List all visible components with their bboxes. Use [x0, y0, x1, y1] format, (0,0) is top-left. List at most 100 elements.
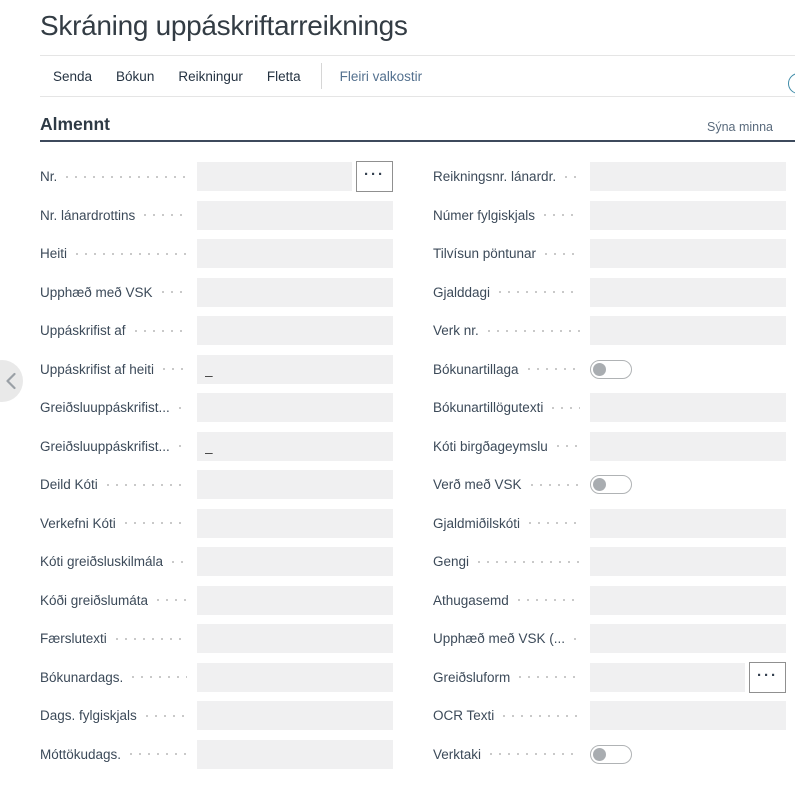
deild-koti-control: [197, 470, 393, 499]
verk-nr-label: Verk nr.: [433, 323, 479, 338]
dotted-leader: [552, 407, 580, 409]
field-row-bokunardags: Bókunardags.: [40, 663, 393, 692]
dotted-leader: [130, 753, 187, 755]
dotted-leader: [162, 291, 187, 293]
page-title: Skráning uppáskriftarreiknings: [40, 10, 408, 42]
field-row-uppaskrifist-af: Uppáskrifist af: [40, 316, 393, 345]
dotted-leader: [565, 176, 580, 178]
koti-greidsluskilmala-label: Kóti greiðsluskilmála: [40, 554, 163, 569]
field-row-verkefni-koti: Verkefni Kóti: [40, 509, 393, 538]
uppaskrifist-af-control: [197, 316, 393, 345]
bokunardags-input[interactable]: [197, 663, 393, 692]
mottokudags-control: [197, 740, 393, 769]
field-row-nr-lanardrottins: Nr. lánardrottins: [40, 201, 393, 230]
toggle-knob: [593, 363, 606, 376]
dotted-leader: [116, 638, 187, 640]
greidsluuppaskrifist-2-input[interactable]: [197, 432, 393, 461]
tilvisun-pontunar-input[interactable]: [590, 239, 786, 268]
heiti-control: [197, 239, 393, 268]
koti-birgdageymslu-input[interactable]: [590, 432, 786, 461]
reikningsnr-lanardr-input[interactable]: [590, 162, 786, 191]
more-options-button[interactable]: Fleiri valkostir: [334, 69, 429, 84]
gengi-control: [590, 547, 786, 576]
uppaskrifist-af-label: Uppáskrifist af: [40, 323, 126, 338]
form-column-right: Reikningsnr. lánardr. Númer fylgiskjals Ti…: [433, 162, 786, 778]
greidsluuppaskrifist-2-control: [197, 432, 393, 461]
upphaed-med-vsk-2-input[interactable]: [590, 624, 786, 653]
field-row-gjaldmidilskoti: Gjaldmiðilskóti: [433, 509, 786, 538]
dotted-leader: [488, 330, 580, 332]
nr-assist-edit-button[interactable]: ···: [356, 161, 393, 192]
koti-greidsluskilmala-input[interactable]: [197, 547, 393, 576]
gjalddagi-control: [590, 278, 786, 307]
action-reikningur[interactable]: Reikningur: [172, 69, 249, 84]
dags-fylgiskjals-label: Dags. fylgiskjals: [40, 708, 137, 723]
verd-med-vsk-toggle[interactable]: [590, 475, 632, 494]
deild-koti-label: Deild Kóti: [40, 477, 98, 492]
kodi-greidslumata-input[interactable]: [197, 586, 393, 615]
field-row-deild-koti: Deild Kóti: [40, 470, 393, 499]
dotted-leader: [574, 638, 580, 640]
page: Skráning uppáskriftarreiknings Senda Bók…: [0, 0, 795, 795]
bokunartillaga-toggle[interactable]: [590, 360, 632, 379]
verktaki-toggle[interactable]: [590, 745, 632, 764]
numer-fylgiskjals-input[interactable]: [590, 201, 786, 230]
greidsluform-input[interactable]: [590, 663, 745, 692]
field-row-upphaed-med-vsk: Upphæð með VSK: [40, 278, 393, 307]
mottokudags-input[interactable]: [197, 740, 393, 769]
dotted-leader: [503, 715, 580, 717]
faerslutexti-input[interactable]: [197, 624, 393, 653]
field-row-athugasemd: Athugasemd: [433, 586, 786, 615]
uppaskrifist-af-input[interactable]: [197, 316, 393, 345]
dotted-leader: [146, 715, 187, 717]
heiti-input[interactable]: [197, 239, 393, 268]
bokunartillogutexti-input[interactable]: [590, 393, 786, 422]
deild-koti-input[interactable]: [197, 470, 393, 499]
uppaskrifist-af-heiti-input[interactable]: [197, 355, 393, 384]
field-row-reikningsnr-lanardr: Reikningsnr. lánardr.: [433, 162, 786, 191]
action-fletta[interactable]: Fletta: [261, 69, 307, 84]
dotted-leader: [557, 445, 580, 447]
dotted-leader: [544, 214, 580, 216]
reikningsnr-lanardr-control: [590, 162, 786, 191]
ocr-texti-input[interactable]: [590, 701, 786, 730]
dotted-leader: [478, 561, 580, 563]
upphaed-med-vsk-input[interactable]: [197, 278, 393, 307]
verkefni-koti-control: [197, 509, 393, 538]
dotted-leader: [518, 599, 580, 601]
heiti-label: Heiti: [40, 246, 67, 261]
greidsluuppaskrifist-1-input[interactable]: [197, 393, 393, 422]
nr-input[interactable]: [197, 162, 352, 191]
tilvisun-pontunar-label: Tilvísun pöntunar: [433, 246, 536, 261]
nr-lanardrottins-input[interactable]: [197, 201, 393, 230]
field-row-dags-fylgiskjals: Dags. fylgiskjals: [40, 701, 393, 730]
nr-lanardrottins-label: Nr. lánardrottins: [40, 208, 135, 223]
gengi-input[interactable]: [590, 547, 786, 576]
dotted-leader: [179, 445, 187, 447]
nr-lanardrottins-control: [197, 201, 393, 230]
ocr-texti-control: [590, 701, 786, 730]
nr-control: ···: [197, 162, 393, 191]
action-bar: Senda Bókun Reikningur Fletta Fleiri val…: [40, 55, 795, 97]
athugasemd-input[interactable]: [590, 586, 786, 615]
section-title: Almennt: [40, 114, 110, 135]
chevron-left-icon: [5, 372, 17, 390]
dags-fylgiskjals-input[interactable]: [197, 701, 393, 730]
upphaed-med-vsk-2-control: [590, 624, 786, 653]
verk-nr-input[interactable]: [590, 316, 786, 345]
field-row-heiti: Heiti: [40, 239, 393, 268]
field-row-numer-fylgiskjals: Númer fylgiskjals: [433, 201, 786, 230]
dotted-leader: [529, 522, 580, 524]
dotted-leader: [499, 291, 580, 293]
gjaldmidilskoti-input[interactable]: [590, 509, 786, 538]
field-row-mottokudags: Móttökudags.: [40, 740, 393, 769]
athugasemd-control: [590, 586, 786, 615]
greidsluform-assist-edit-button[interactable]: ···: [749, 662, 786, 693]
dags-fylgiskjals-control: [197, 701, 393, 730]
bokunartillogutexti-label: Bókunartillögutexti: [433, 400, 543, 415]
gjalddagi-input[interactable]: [590, 278, 786, 307]
show-less-link[interactable]: Sýna minna: [707, 120, 773, 135]
action-bokun[interactable]: Bókun: [110, 69, 160, 84]
action-senda[interactable]: Senda: [47, 69, 98, 84]
verkefni-koti-input[interactable]: [197, 509, 393, 538]
